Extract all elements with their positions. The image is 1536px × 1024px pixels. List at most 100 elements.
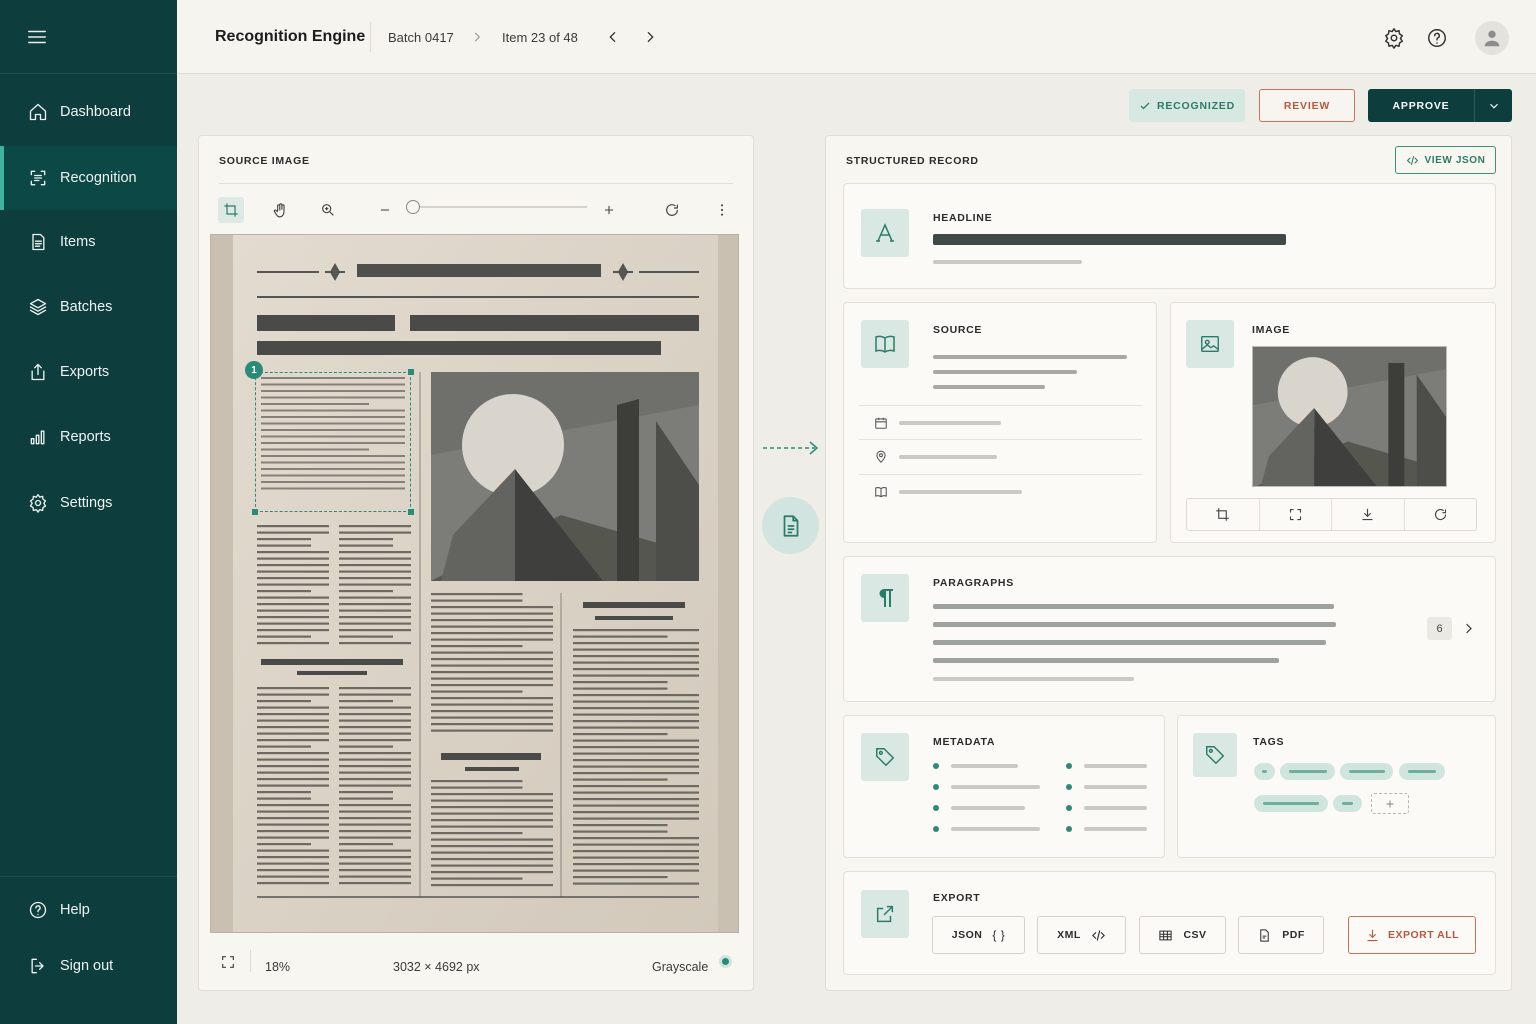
tag-chip[interactable] [1254, 795, 1328, 812]
metadata-label: METADATA [933, 736, 996, 748]
sidebar-item-settings[interactable]: Settings [0, 471, 177, 535]
tags-card[interactable]: TAGS [1177, 715, 1496, 858]
zoom-plus-icon[interactable] [596, 197, 622, 223]
headline-card[interactable]: HEADLINE [843, 183, 1496, 289]
metadata-text-bar [1084, 785, 1147, 789]
tag-chip[interactable] [1340, 763, 1393, 780]
source-label: SOURCE [933, 324, 983, 336]
export-json-button[interactable]: JSON { } [932, 916, 1025, 954]
more-options-icon[interactable] [709, 197, 735, 223]
structured-record-panel: STRUCTURED RECORD VIEW JSON HEADLINE SOU… [825, 135, 1512, 991]
newspaper-scan[interactable] [210, 234, 739, 933]
refresh-icon[interactable] [1405, 499, 1477, 530]
structured-record-title: STRUCTURED RECORD [846, 155, 979, 167]
sidebar-item-recognition[interactable]: Recognition [0, 146, 177, 210]
sidebar-item-dashboard[interactable]: Dashboard [0, 80, 177, 144]
export-all-button[interactable]: EXPORT ALL [1348, 916, 1476, 954]
chevron-right-icon [470, 30, 484, 44]
code-icon [1406, 155, 1418, 165]
plus-icon [1386, 800, 1394, 807]
sidebar-item-items[interactable]: Items [0, 210, 177, 274]
tag-chip[interactable] [1280, 763, 1335, 780]
paragraph-text-bar [933, 677, 1134, 681]
paragraphs-card[interactable]: PARAGRAPHS 6 [843, 556, 1496, 702]
next-item-icon[interactable] [642, 29, 658, 45]
breadcrumb-item: Item 23 of 48 [502, 30, 578, 45]
tags-label: TAGS [1253, 736, 1285, 748]
resize-handle[interactable] [252, 509, 258, 515]
previous-item-icon[interactable] [605, 29, 621, 45]
selected-region-box[interactable] [252, 369, 414, 515]
sidebar-item-reports[interactable]: Reports [0, 405, 177, 469]
source-card[interactable]: SOURCE [843, 302, 1157, 543]
expand-icon[interactable] [1260, 499, 1332, 530]
export-pdf-button[interactable]: PDF [1238, 916, 1324, 954]
export-xml-button[interactable]: XML [1037, 916, 1126, 954]
footer-divider [250, 950, 251, 972]
layers-icon [28, 297, 48, 317]
tag-chip[interactable] [1399, 763, 1445, 780]
zoom-slider-track[interactable] [411, 206, 587, 208]
help-label: Help [60, 902, 90, 918]
export-format-label: CSV [1183, 929, 1207, 941]
document-transform-icon [762, 497, 819, 554]
color-mode-radio[interactable] [719, 955, 732, 968]
approve-button[interactable]: APPROVE [1368, 89, 1475, 122]
sidebar-item-exports[interactable]: Exports [0, 340, 177, 404]
home-icon [28, 102, 48, 122]
row-divider [859, 405, 1142, 406]
avatar[interactable] [1475, 21, 1509, 55]
image-card[interactable]: IMAGE [1170, 302, 1496, 543]
upload-icon [28, 362, 48, 382]
view-json-button[interactable]: VIEW JSON [1395, 146, 1496, 174]
breadcrumb-batch[interactable]: Batch 0417 [388, 30, 454, 45]
scan-icon [28, 168, 48, 188]
download-icon[interactable] [1332, 499, 1405, 530]
fullscreen-icon[interactable] [215, 949, 241, 975]
publication-text-bar [899, 490, 1022, 494]
color-mode-label: Grayscale [652, 960, 709, 974]
sign-out-button[interactable]: Sign out [0, 934, 177, 998]
export-label: EXPORT [933, 892, 981, 904]
zoom-level: 18% [265, 960, 291, 974]
settings-icon[interactable] [1383, 27, 1405, 49]
approve-dropdown-button[interactable] [1475, 89, 1512, 122]
resize-handle[interactable] [408, 509, 414, 515]
export-csv-button[interactable]: CSV [1139, 916, 1226, 954]
newspaper-page-illustration [211, 235, 738, 932]
pan-hand-icon[interactable] [267, 197, 293, 223]
zoom-in-icon[interactable] [315, 197, 341, 223]
metadata-text-bar [951, 785, 1040, 789]
top-bar: Recognition Engine Batch 0417 Item 23 of… [177, 0, 1536, 74]
help-circle-icon[interactable] [1426, 27, 1448, 49]
image-dimensions: 3032 × 4692 px [393, 960, 480, 974]
app-title: Recognition Engine [215, 28, 366, 45]
sidebar-item-label: Dashboard [60, 104, 131, 120]
paragraph-text-bar [933, 622, 1336, 627]
tag-chip[interactable] [1333, 795, 1362, 812]
menu-icon[interactable] [26, 26, 50, 50]
resize-handle[interactable] [408, 369, 414, 375]
crop-tool-icon[interactable] [218, 197, 244, 223]
image-toolbar [1186, 498, 1477, 531]
add-tag-button[interactable] [1371, 793, 1409, 814]
metadata-text-bar [1084, 827, 1147, 831]
region-number-badge: 1 [245, 361, 263, 379]
rotate-icon[interactable] [659, 197, 685, 223]
zoom-slider-handle[interactable] [406, 200, 420, 214]
crop-icon[interactable] [1187, 499, 1260, 530]
metadata-card[interactable]: METADATA [843, 715, 1165, 858]
review-button[interactable]: REVIEW [1259, 89, 1355, 122]
metadata-text-bar [1084, 764, 1147, 768]
image-thumbnail[interactable] [1252, 346, 1447, 487]
metadata-text-bar [1084, 806, 1147, 810]
tag-chip[interactable] [1254, 763, 1275, 780]
zoom-out-icon[interactable] [372, 197, 398, 223]
help-button[interactable]: Help [0, 878, 177, 942]
sidebar-item-batches[interactable]: Batches [0, 275, 177, 339]
chevron-right-icon[interactable] [1461, 621, 1476, 636]
metadata-bullet [1066, 805, 1072, 811]
sidebar-item-label: Items [60, 234, 96, 250]
paragraph-text-bar [933, 640, 1326, 645]
sign-out-label: Sign out [60, 958, 114, 974]
